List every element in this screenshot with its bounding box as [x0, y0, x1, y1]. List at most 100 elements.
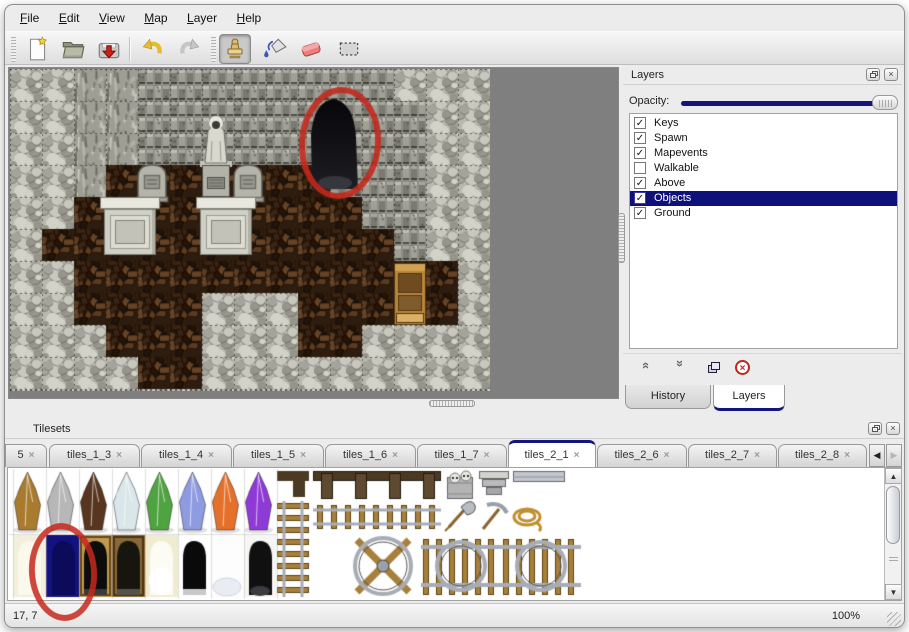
tileset-content: ▲ ▼	[7, 467, 902, 601]
open-file-button[interactable]	[57, 34, 89, 64]
tab-layers[interactable]: Layers	[713, 385, 785, 411]
scroll-tabs-left-button[interactable]: ◀	[869, 444, 885, 467]
close-tab-icon[interactable]: ×	[484, 450, 490, 461]
tileset-tab-tiles-1-3[interactable]: tiles_1_3×	[49, 444, 140, 467]
undo-icon	[140, 36, 166, 62]
tileset-tab-tiles-1-4[interactable]: tiles_1_4×	[141, 444, 232, 467]
layer-checkbox[interactable]	[634, 162, 646, 174]
fill-bucket-icon	[262, 36, 288, 62]
close-tilesets-button[interactable]: ×	[886, 422, 900, 435]
layer-row-mapevents[interactable]: ✓ Mapevents	[630, 146, 897, 161]
lower-layer-button[interactable]: «	[667, 357, 691, 379]
layer-name: Spawn	[654, 132, 688, 144]
restore-icon-back	[872, 427, 878, 432]
app-window: File Edit View Map Layer Help	[4, 4, 905, 628]
layer-name: Objects	[654, 192, 691, 204]
menu-edit[interactable]: Edit	[52, 7, 87, 28]
float-panel-button[interactable]	[866, 68, 880, 81]
horizontal-splitter-handle[interactable]	[429, 400, 475, 407]
layer-actions: « « ×	[623, 353, 902, 381]
layer-row-spawn[interactable]: ✓ Spawn	[630, 131, 897, 146]
layer-checkbox[interactable]: ✓	[634, 147, 646, 159]
layer-name: Mapevents	[654, 147, 708, 159]
opacity-label: Opacity:	[629, 95, 669, 107]
map-canvas[interactable]	[10, 69, 490, 391]
menu-view[interactable]: View	[92, 7, 132, 28]
layer-checkbox[interactable]: ✓	[634, 132, 646, 144]
layer-checkbox[interactable]: ✓	[634, 192, 646, 204]
tileset-tab-tiles-2-7[interactable]: tiles_2_7×	[688, 444, 777, 467]
tileset-canvas[interactable]	[9, 469, 885, 599]
tileset-tab-tiles-2-1-active[interactable]: tiles_2_1×	[508, 440, 596, 467]
toolbar-drag-handle[interactable]	[11, 36, 16, 62]
scroll-down-button[interactable]: ▼	[885, 584, 902, 600]
tileset-tab-tiles-1-5[interactable]: tiles_1_5×	[233, 444, 324, 467]
window-resize-grip[interactable]	[887, 612, 901, 626]
tileset-tab-tiles-1-7[interactable]: tiles_1_7×	[417, 444, 507, 467]
close-tab-icon[interactable]: ×	[208, 450, 214, 461]
layer-row-ground[interactable]: ✓ Ground	[630, 206, 897, 221]
duplicate-layer-button[interactable]	[701, 357, 725, 379]
menu-layer[interactable]: Layer	[180, 7, 224, 28]
layer-row-keys[interactable]: ✓ Keys	[630, 116, 897, 131]
redo-icon	[176, 36, 202, 62]
close-tab-icon[interactable]: ×	[116, 450, 122, 461]
close-tab-icon[interactable]: ×	[844, 450, 850, 461]
layer-row-above[interactable]: ✓ Above	[630, 176, 897, 191]
menu-map[interactable]: Map	[137, 7, 174, 28]
delete-layer-button[interactable]: ×	[731, 357, 755, 379]
tileset-tab-5[interactable]: 5×	[5, 444, 47, 467]
select-tool-button[interactable]	[333, 34, 365, 64]
close-tab-icon[interactable]: ×	[29, 450, 35, 461]
tileset-tab-tiles-2-8[interactable]: tiles_2_8×	[778, 444, 867, 467]
close-tab-icon[interactable]: ×	[664, 450, 670, 461]
undo-button[interactable]	[137, 34, 169, 64]
opacity-slider-track[interactable]	[681, 101, 894, 106]
layers-panel: Layers × Opacity: ✓ Keys ✓ Spawn ✓ Mapev…	[623, 65, 902, 415]
tilesets-panel-title: Tilesets	[33, 423, 71, 435]
tileset-tab-tiles-1-6[interactable]: tiles_1_6×	[325, 444, 416, 467]
new-file-button[interactable]	[21, 34, 53, 64]
tileset-tab-tiles-2-6[interactable]: tiles_2_6×	[597, 444, 687, 467]
toolbar-separator	[129, 37, 130, 61]
close-tab-icon[interactable]: ×	[392, 450, 398, 461]
delete-icon: ×	[735, 360, 750, 375]
menu-file[interactable]: File	[13, 7, 46, 28]
save-icon	[96, 36, 122, 62]
layer-checkbox[interactable]: ✓	[634, 117, 646, 129]
layers-panel-titlebar: Layers ×	[623, 65, 902, 85]
layers-panel-title: Layers	[631, 69, 664, 81]
toolbar-drag-handle-2[interactable]	[211, 36, 216, 62]
layer-checkbox[interactable]: ✓	[634, 177, 646, 189]
layer-name: Ground	[654, 207, 691, 219]
tileset-scrollbar[interactable]: ▲ ▼	[884, 468, 901, 600]
layer-checkbox[interactable]: ✓	[634, 207, 646, 219]
stamp-tool-button[interactable]	[219, 34, 251, 64]
scroll-tabs-right-button[interactable]: ▶	[886, 444, 902, 467]
restore-icon-back	[870, 73, 876, 78]
layer-row-walkable[interactable]: Walkable	[630, 161, 897, 176]
zoom-level: 100%	[832, 610, 860, 622]
float-tilesets-button[interactable]	[868, 422, 882, 435]
scroll-thumb[interactable]	[886, 486, 900, 544]
opacity-slider-handle[interactable]	[872, 95, 898, 110]
open-folder-icon	[60, 36, 86, 62]
eraser-icon	[298, 36, 324, 62]
redo-button[interactable]	[173, 34, 205, 64]
layer-name: Walkable	[654, 162, 699, 174]
menu-help[interactable]: Help	[230, 7, 269, 28]
raise-layer-button[interactable]: «	[635, 357, 659, 379]
save-button[interactable]	[93, 34, 125, 64]
scroll-up-button[interactable]: ▲	[885, 468, 902, 484]
eraser-tool-button[interactable]	[295, 34, 327, 64]
close-tab-icon[interactable]: ×	[754, 450, 760, 461]
layer-name: Above	[654, 177, 685, 189]
select-rect-icon	[336, 36, 362, 62]
map-viewport[interactable]	[8, 67, 619, 399]
layer-row-objects-selected[interactable]: ✓ Objects	[630, 191, 897, 206]
tab-history[interactable]: History	[625, 385, 711, 409]
close-tab-icon[interactable]: ×	[300, 450, 306, 461]
close-tab-icon[interactable]: ×	[574, 450, 580, 461]
fill-tool-button[interactable]	[259, 34, 291, 64]
close-panel-button[interactable]: ×	[884, 68, 898, 81]
